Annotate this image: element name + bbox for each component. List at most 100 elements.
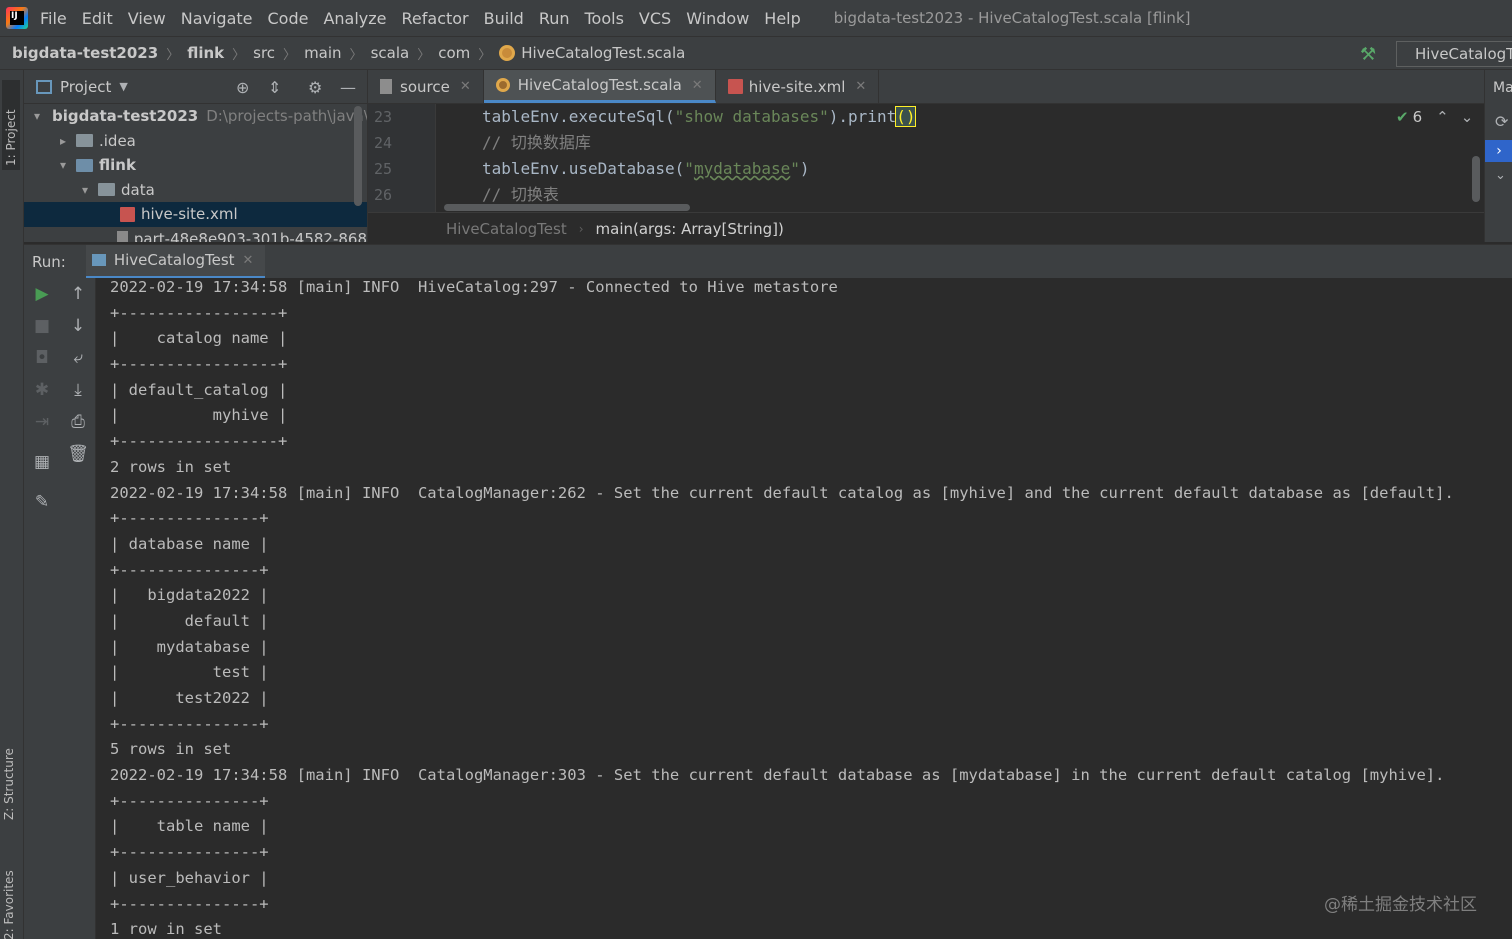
menu-tools[interactable]: Tools <box>585 9 624 28</box>
hide-panel-icon[interactable]: — <box>340 78 356 97</box>
nav-crumb-scala[interactable]: scala <box>371 44 410 62</box>
tool-tab-maven[interactable]: Ma <box>1493 80 1512 96</box>
menu-run[interactable]: Run <box>539 9 570 28</box>
nav-crumb-main[interactable]: main <box>304 44 341 62</box>
collapse-all-icon[interactable]: ⇕ <box>268 78 281 97</box>
menu-window[interactable]: Window <box>686 9 749 28</box>
run-label: Run: <box>32 252 66 271</box>
console-line: +---------------+ <box>110 894 269 913</box>
console-line: 2022-02-19 17:34:58 [main] INFO CatalogM… <box>110 766 1445 785</box>
soft-wrap-icon[interactable]: ⤶ <box>60 348 96 368</box>
console-line: | myhive | <box>110 406 288 425</box>
breadcrumb-class[interactable]: HiveCatalogTest <box>446 220 567 238</box>
file-icon <box>380 79 392 94</box>
editor-tab-hivecatalogtest[interactable]: HiveCatalogTest.scala ✕ <box>483 70 716 103</box>
print-icon[interactable]: ⎙ <box>60 412 96 432</box>
window-title: bigdata-test2023 - HiveCatalogTest.scala… <box>833 9 1191 27</box>
console-line: | user_behavior | <box>110 868 269 887</box>
menu-file[interactable]: File <box>40 9 67 28</box>
matched-paren: () <box>895 106 917 127</box>
left-tool-stripe: 1: Project Z: Structure 2: Favorites <box>0 70 24 939</box>
code-editor[interactable]: tableEnv.executeSql("show databases").pr… <box>436 104 1484 212</box>
menu-navigate[interactable]: Navigate <box>181 9 253 28</box>
breadcrumb-method[interactable]: main(args: Array[String]) <box>596 220 784 238</box>
menu-code[interactable]: Code <box>268 9 309 28</box>
project-tree-item[interactable]: ▾ bigdata-test2023 D:\projects-path\java\b… <box>24 104 367 129</box>
arrow-down-icon[interactable]: ↓ <box>60 316 96 336</box>
nav-crumb-file-label: HiveCatalogTest.scala <box>521 44 686 62</box>
console-line: 5 rows in set <box>110 740 232 759</box>
nav-crumb-file[interactable]: HiveCatalogTest.scala <box>499 44 685 62</box>
inspection-widget[interactable]: ✔ 6 ⌃⌄ <box>1396 108 1485 126</box>
editor-tab-source[interactable]: source ✕ <box>368 70 484 103</box>
chevron-right-icon: 〉 <box>232 47 246 63</box>
close-icon[interactable]: ✕ <box>692 78 703 93</box>
rerun-icon[interactable]: ▶ <box>24 284 60 304</box>
chevron-down-icon[interactable]: ▼ <box>119 80 127 93</box>
nav-crumb-project[interactable]: bigdata-test2023 <box>12 44 158 62</box>
build-hammer-icon[interactable]: ⚒ <box>1360 44 1376 65</box>
menu-refactor[interactable]: Refactor <box>402 9 469 28</box>
tool-tab-structure[interactable]: Z: Structure <box>2 730 16 820</box>
run-tab-hivecatalogtest[interactable]: HiveCatalogTest ✕ <box>85 244 266 279</box>
project-path-hint: D:\projects-path\java\bigdata-test2023 <box>206 107 367 126</box>
camera-icon[interactable]: ◘ <box>24 348 60 368</box>
close-icon[interactable]: ✕ <box>460 79 471 94</box>
project-tree-label: flink <box>99 156 136 175</box>
sync-icon[interactable]: ⟳ <box>1495 112 1508 131</box>
arrow-up-icon[interactable]: ↑ <box>60 284 96 304</box>
module-folder-icon <box>76 158 93 172</box>
menu-edit[interactable]: Edit <box>82 9 113 28</box>
project-tree-item[interactable]: part-48e8e903-301b-4582-868 <box>24 227 367 242</box>
nav-crumb-module[interactable]: flink <box>187 44 224 62</box>
project-header: Project ▼ ⊕ ⇕ ⚙ — <box>24 70 367 104</box>
stop-icon[interactable]: ■ <box>24 316 60 336</box>
xml-file-icon <box>120 206 135 222</box>
gear-icon[interactable]: ⚙ <box>308 78 322 97</box>
editor-tab-label: HiveCatalogTest.scala <box>517 76 682 94</box>
tool-tab-project[interactable]: 1: Project <box>2 80 20 170</box>
project-tree: ▾ bigdata-test2023 D:\projects-path\java\b… <box>24 104 367 242</box>
close-icon[interactable]: ✕ <box>243 253 254 268</box>
menu-help[interactable]: Help <box>764 9 800 28</box>
chevron-right-icon: 〉 <box>283 47 297 63</box>
pin-icon[interactable]: ✎ <box>24 492 60 512</box>
menu-build[interactable]: Build <box>484 9 524 28</box>
project-scrollbar[interactable] <box>354 106 362 206</box>
run-console[interactable]: 2022-02-19 17:34:58 [main] INFO HiveCata… <box>96 278 1512 939</box>
project-tree-item[interactable]: ▸ .idea <box>24 129 367 154</box>
editor-vertical-scrollbar[interactable] <box>1472 156 1480 202</box>
close-icon[interactable]: ✕ <box>855 79 866 94</box>
chevron-down-icon[interactable]: ▾ <box>34 109 40 123</box>
editor-horizontal-scrollbar[interactable] <box>444 204 690 211</box>
layout-icon[interactable]: ▦ <box>24 452 60 472</box>
run-configuration-selector[interactable]: HiveCatalogTest <box>1396 41 1512 67</box>
trash-icon[interactable]: 🗑 <box>60 444 96 464</box>
bug-icon[interactable]: ✱ <box>24 380 60 400</box>
console-line: | test | <box>110 663 269 682</box>
line-number-gutter: 23 24 25 26 <box>368 104 436 212</box>
tool-tab-favorites[interactable]: 2: Favorites <box>2 850 16 939</box>
project-view-selector[interactable]: Project <box>60 78 111 96</box>
nav-crumb-src[interactable]: src <box>253 44 275 62</box>
chevron-down-icon[interactable]: ▾ <box>56 158 70 172</box>
code-token: tableEnv.useDatabase( <box>482 159 685 178</box>
exit-icon[interactable]: ⇥ <box>24 412 60 432</box>
run-panel-header: Run: HiveCatalogTest ✕ <box>24 244 1512 279</box>
project-tree-item[interactable]: hive-site.xml <box>24 202 367 227</box>
locate-target-icon[interactable]: ⊕ <box>236 78 249 97</box>
project-tree-item[interactable]: ▾ flink <box>24 153 367 178</box>
editor-tab-hive-site[interactable]: hive-site.xml ✕ <box>716 70 880 103</box>
scroll-to-end-icon[interactable]: ⤓ <box>60 380 96 400</box>
menu-view[interactable]: View <box>128 9 166 28</box>
chevron-down-icon[interactable]: ▾ <box>78 183 92 197</box>
menu-analyze[interactable]: Analyze <box>323 9 386 28</box>
chevron-right-icon[interactable]: ▸ <box>56 134 70 148</box>
chevron-up-down-icon[interactable]: ⌃⌄ <box>1436 108 1485 126</box>
chevron-down-icon[interactable]: ⌄ <box>1495 168 1506 183</box>
nav-crumb-com[interactable]: com <box>438 44 470 62</box>
console-line: +-----------------+ <box>110 355 288 374</box>
project-tree-item[interactable]: ▾ data <box>24 178 367 203</box>
menu-vcs[interactable]: VCS <box>639 9 671 28</box>
chevron-right-icon[interactable]: › <box>1485 140 1512 162</box>
